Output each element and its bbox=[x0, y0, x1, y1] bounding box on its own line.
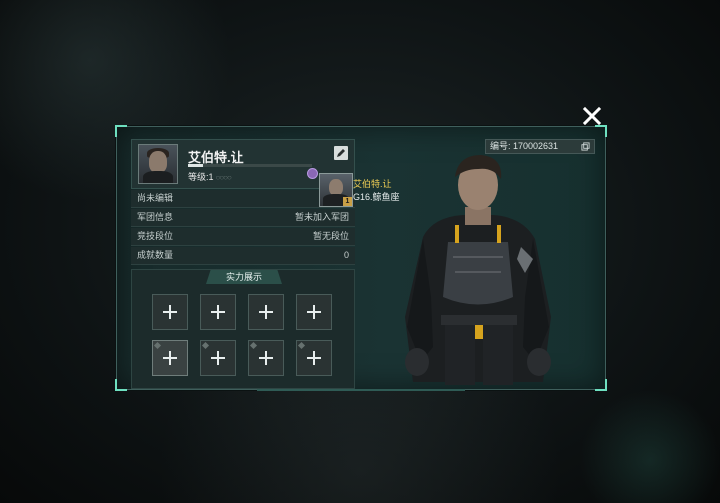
slot-marker bbox=[153, 341, 162, 350]
slot-marker bbox=[201, 341, 210, 350]
info-row-legion[interactable]: 军团信息 暂未加入军团 bbox=[131, 209, 355, 227]
showcase-slot[interactable] bbox=[200, 294, 236, 330]
showcase-slot[interactable] bbox=[248, 294, 284, 330]
row-value: 暂无段位 bbox=[312, 231, 349, 241]
avatar[interactable] bbox=[138, 144, 178, 184]
divider bbox=[257, 389, 465, 391]
plus-icon bbox=[163, 305, 177, 319]
plus-icon bbox=[163, 351, 177, 365]
plus-icon bbox=[307, 351, 321, 365]
corner-decoration bbox=[595, 379, 607, 391]
info-row-achievements[interactable]: 成就数量 0 bbox=[131, 247, 355, 265]
row-label: 军团信息 bbox=[137, 212, 174, 222]
level-dots: ○○○○ bbox=[215, 173, 232, 182]
level-text: 等级:1 bbox=[188, 172, 214, 182]
xp-bar-fill bbox=[188, 164, 203, 167]
row-label: 竞技段位 bbox=[137, 231, 174, 241]
plus-icon bbox=[211, 305, 225, 319]
row-value: 暂未加入军团 bbox=[294, 212, 349, 222]
showcase-slot[interactable] bbox=[152, 294, 188, 330]
slot-marker bbox=[249, 341, 258, 350]
plus-icon bbox=[259, 351, 273, 365]
slot-marker bbox=[297, 341, 306, 350]
character-card-thumbnail[interactable]: 1 bbox=[319, 173, 353, 207]
showcase-section: 实力展示 bbox=[131, 269, 355, 389]
purple-gem-icon[interactable] bbox=[307, 168, 318, 179]
character-badge: 1 bbox=[343, 197, 352, 206]
showcase-slot[interactable] bbox=[200, 340, 236, 376]
plus-icon bbox=[307, 305, 321, 319]
copy-icon[interactable] bbox=[581, 142, 590, 151]
edit-name-button[interactable] bbox=[334, 146, 348, 160]
plus-icon bbox=[211, 351, 225, 365]
character-portrait bbox=[405, 155, 551, 385]
row-value: 0 bbox=[343, 250, 349, 260]
edit-icon bbox=[337, 149, 345, 157]
showcase-slot[interactable] bbox=[152, 340, 188, 376]
info-row-rank[interactable]: 竞技段位 暂无段位 bbox=[131, 228, 355, 246]
row-label: 尚未编辑 bbox=[137, 193, 174, 203]
plus-icon bbox=[259, 305, 273, 319]
showcase-slot[interactable] bbox=[296, 294, 332, 330]
xp-bar bbox=[188, 164, 312, 167]
showcase-title: 实力展示 bbox=[206, 270, 282, 284]
corner-decoration bbox=[595, 125, 607, 137]
character-name: 艾伯特.让 bbox=[353, 179, 392, 189]
corner-decoration bbox=[115, 125, 127, 137]
showcase-slot[interactable] bbox=[248, 340, 284, 376]
showcase-slot[interactable] bbox=[296, 340, 332, 376]
corner-decoration bbox=[115, 379, 127, 391]
row-label: 成就数量 bbox=[137, 250, 174, 260]
profile-panel: 艾伯特.让 等级:1 ○○○○ 尚未编辑 军团信息 暂未加入军团 竞技段位 暂无段… bbox=[115, 125, 607, 391]
level-label: 等级:1 ○○○○ bbox=[188, 170, 232, 183]
